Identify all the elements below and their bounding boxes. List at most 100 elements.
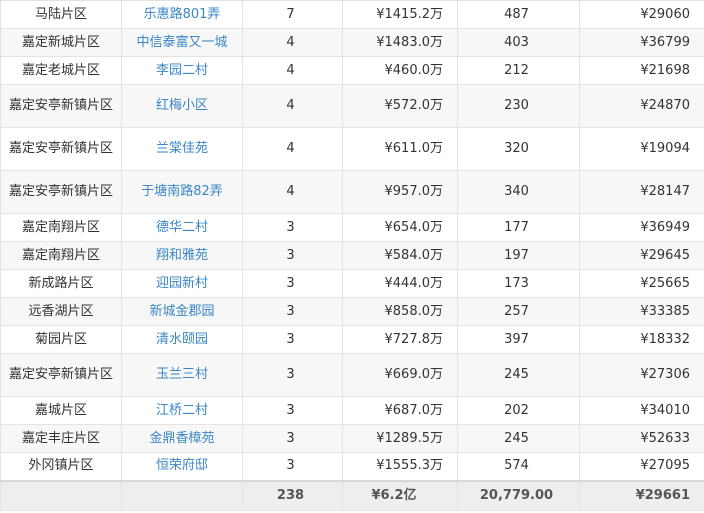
- count-cell: 4: [242, 127, 343, 171]
- total-price-cell: ¥460.0万: [342, 56, 458, 85]
- area-cell: 202: [457, 396, 580, 425]
- area-cell: 397: [457, 325, 580, 354]
- region-cell: 嘉定老城片区: [0, 56, 122, 85]
- community-link[interactable]: 江桥二村: [121, 396, 243, 425]
- count-cell: 4: [242, 28, 343, 57]
- unit-price-cell: ¥25665: [579, 269, 704, 298]
- total-price-cell: ¥669.0万: [342, 353, 458, 397]
- table-row: 远香湖片区 新城金郡园 3 ¥858.0万 257 ¥33385: [0, 297, 704, 326]
- summary-total-price-cell: ¥6.2亿: [342, 479, 458, 511]
- area-cell: 257: [457, 297, 580, 326]
- count-cell: 3: [242, 325, 343, 354]
- community-link[interactable]: 清水颐园: [121, 325, 243, 354]
- unit-price-cell: ¥36949: [579, 213, 704, 242]
- total-price-cell: ¥1483.0万: [342, 28, 458, 57]
- area-cell: 212: [457, 56, 580, 85]
- count-cell: 7: [242, 0, 343, 29]
- region-cell: 新成路片区: [0, 269, 122, 298]
- area-cell: 403: [457, 28, 580, 57]
- region-cell: 马陆片区: [0, 0, 122, 29]
- community-link[interactable]: 红梅小区: [121, 84, 243, 128]
- table-body: 马陆片区 乐惠路801弄 7 ¥1415.2万 487 ¥29060 嘉定新城片…: [0, 0, 704, 511]
- unit-price-cell: ¥28147: [579, 170, 704, 214]
- count-cell: 3: [242, 269, 343, 298]
- community-link[interactable]: 玉兰三村: [121, 353, 243, 397]
- total-price-cell: ¥858.0万: [342, 297, 458, 326]
- area-cell: 177: [457, 213, 580, 242]
- community-link[interactable]: 德华二村: [121, 213, 243, 242]
- count-cell: 3: [242, 297, 343, 326]
- table-row: 嘉定安亭新镇片区 红梅小区 4 ¥572.0万 230 ¥24870: [0, 84, 704, 128]
- area-cell: 230: [457, 84, 580, 128]
- count-cell: 3: [242, 396, 343, 425]
- total-price-cell: ¥1289.5万: [342, 424, 458, 453]
- count-cell: 4: [242, 170, 343, 214]
- count-cell: 3: [242, 213, 343, 242]
- total-price-cell: ¥584.0万: [342, 241, 458, 270]
- unit-price-cell: ¥36799: [579, 28, 704, 57]
- summary-region-cell: [0, 479, 122, 511]
- area-cell: 245: [457, 353, 580, 397]
- table-row: 新成路片区 迎园新村 3 ¥444.0万 173 ¥25665: [0, 269, 704, 298]
- total-price-cell: ¥1555.3万: [342, 452, 458, 481]
- unit-price-cell: ¥18332: [579, 325, 704, 354]
- region-cell: 外冈镇片区: [0, 452, 122, 481]
- unit-price-cell: ¥29060: [579, 0, 704, 29]
- area-cell: 245: [457, 424, 580, 453]
- community-link[interactable]: 新城金郡园: [121, 297, 243, 326]
- region-cell: 远香湖片区: [0, 297, 122, 326]
- region-cell: 菊园片区: [0, 325, 122, 354]
- count-cell: 3: [242, 241, 343, 270]
- region-cell: 嘉定南翔片区: [0, 241, 122, 270]
- count-cell: 4: [242, 84, 343, 128]
- area-cell: 574: [457, 452, 580, 481]
- total-price-cell: ¥572.0万: [342, 84, 458, 128]
- table-row: 嘉定新城片区 中信泰富又一城 4 ¥1483.0万 403 ¥36799: [0, 28, 704, 57]
- total-price-cell: ¥1415.2万: [342, 0, 458, 29]
- region-cell: 嘉定安亭新镇片区: [0, 353, 122, 397]
- table-row: 菊园片区 清水颐园 3 ¥727.8万 397 ¥18332: [0, 325, 704, 354]
- table-row: 嘉定安亭新镇片区 兰棠佳苑 4 ¥611.0万 320 ¥19094: [0, 127, 704, 171]
- table-row: 嘉定安亭新镇片区 于塘南路82弄 4 ¥957.0万 340 ¥28147: [0, 170, 704, 214]
- community-link[interactable]: 迎园新村: [121, 269, 243, 298]
- summary-row: 238 ¥6.2亿 20,779.00 ¥29661: [0, 479, 704, 511]
- community-link[interactable]: 于塘南路82弄: [121, 170, 243, 214]
- region-cell: 嘉定丰庄片区: [0, 424, 122, 453]
- unit-price-cell: ¥33385: [579, 297, 704, 326]
- total-price-cell: ¥654.0万: [342, 213, 458, 242]
- table-row: 嘉定安亭新镇片区 玉兰三村 3 ¥669.0万 245 ¥27306: [0, 353, 704, 397]
- community-link[interactable]: 恒荣府邸: [121, 452, 243, 481]
- community-link[interactable]: 中信泰富又一城: [121, 28, 243, 57]
- community-link[interactable]: 乐惠路801弄: [121, 0, 243, 29]
- community-link[interactable]: 金鼎香樟苑: [121, 424, 243, 453]
- summary-community-cell: [121, 479, 243, 511]
- region-cell: 嘉定新城片区: [0, 28, 122, 57]
- region-cell: 嘉城片区: [0, 396, 122, 425]
- summary-area-cell: 20,779.00: [457, 479, 580, 511]
- count-cell: 3: [242, 424, 343, 453]
- summary-count-cell: 238: [242, 479, 343, 511]
- total-price-cell: ¥444.0万: [342, 269, 458, 298]
- region-cell: 嘉定南翔片区: [0, 213, 122, 242]
- unit-price-cell: ¥19094: [579, 127, 704, 171]
- community-link[interactable]: 李园二村: [121, 56, 243, 85]
- count-cell: 3: [242, 452, 343, 481]
- unit-price-cell: ¥27306: [579, 353, 704, 397]
- count-cell: 3: [242, 353, 343, 397]
- unit-price-cell: ¥27095: [579, 452, 704, 481]
- table-row: 嘉城片区 江桥二村 3 ¥687.0万 202 ¥34010: [0, 396, 704, 425]
- area-cell: 340: [457, 170, 580, 214]
- unit-price-cell: ¥21698: [579, 56, 704, 85]
- table-row: 嘉定老城片区 李园二村 4 ¥460.0万 212 ¥21698: [0, 56, 704, 85]
- area-cell: 173: [457, 269, 580, 298]
- community-link[interactable]: 兰棠佳苑: [121, 127, 243, 171]
- unit-price-cell: ¥29645: [579, 241, 704, 270]
- table-row: 嘉定南翔片区 翔和雅苑 3 ¥584.0万 197 ¥29645: [0, 241, 704, 270]
- unit-price-cell: ¥24870: [579, 84, 704, 128]
- region-cell: 嘉定安亭新镇片区: [0, 84, 122, 128]
- total-price-cell: ¥727.8万: [342, 325, 458, 354]
- count-cell: 4: [242, 56, 343, 85]
- table-row: 嘉定丰庄片区 金鼎香樟苑 3 ¥1289.5万 245 ¥52633: [0, 424, 704, 453]
- unit-price-cell: ¥34010: [579, 396, 704, 425]
- community-link[interactable]: 翔和雅苑: [121, 241, 243, 270]
